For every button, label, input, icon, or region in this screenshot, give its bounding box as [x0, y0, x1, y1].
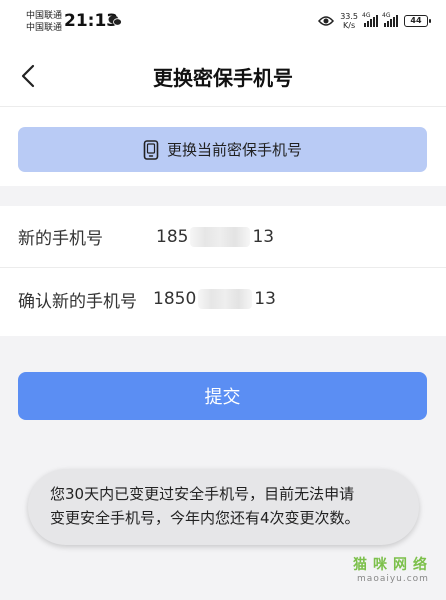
carrier-1: 中国联通: [26, 11, 63, 21]
confirm-phone-field[interactable]: 1850 13: [153, 289, 276, 309]
new-phone-suffix: 13: [252, 226, 275, 247]
new-phone-prefix: 185: [156, 226, 189, 247]
toast-line-2: 变更安全手机号，今年内您还有4次变更次数。: [50, 509, 360, 527]
network-speed: 33.5 K/s: [340, 12, 358, 30]
new-phone-label: 新的手机号: [18, 229, 103, 249]
toast-message: 您30天内已变更过安全手机号，目前无法申请 变更安全手机号，今年内您还有4次变更…: [28, 469, 419, 545]
watermark: 猫咪网络 maoaiyu.com: [348, 554, 438, 584]
change-section: 更换当前密保手机号: [0, 106, 446, 186]
page-title: 更换密保手机号: [153, 66, 293, 90]
toast-line-1: 您30天内已变更过安全手机号，目前无法申请: [50, 485, 355, 503]
header: 更换密保手机号: [0, 46, 446, 106]
phone-icon: [143, 139, 159, 160]
phone-form: 新的手机号 185 13 确认新的手机号 1850 13: [0, 206, 446, 336]
signal-icon-1: 4G: [362, 12, 378, 27]
confirm-phone-row[interactable]: 确认新的手机号 1850 13: [0, 268, 446, 330]
new-phone-field[interactable]: 185 13: [156, 226, 275, 247]
status-bar: 中国联通 中国联通 21:13 33.5 K/s 4G 4G 44: [0, 0, 446, 46]
redacted-digits: [190, 226, 251, 247]
redacted-digits: [198, 289, 253, 309]
eye-icon: [318, 16, 335, 26]
watermark-text-cn: 猫咪网络: [353, 557, 433, 573]
status-indicators: 33.5 K/s 4G 4G 44: [318, 12, 431, 30]
change-button-label: 更换当前密保手机号: [166, 141, 302, 159]
wechat-icon: [108, 15, 122, 26]
carrier-2: 中国联通: [26, 23, 63, 33]
carrier-labels: 中国联通 中国联通: [26, 10, 62, 34]
battery-icon: 44: [404, 15, 431, 27]
change-current-phone-button[interactable]: 更换当前密保手机号: [18, 127, 427, 172]
submit-button[interactable]: 提交: [18, 372, 427, 420]
signal-icon-2: 4G: [382, 12, 398, 27]
watermark-text-en: maoaiyu.com: [357, 574, 429, 584]
confirm-phone-suffix: 13: [254, 289, 276, 309]
confirm-phone-label: 确认新的手机号: [18, 291, 137, 312]
new-phone-row[interactable]: 新的手机号 185 13: [0, 206, 446, 268]
confirm-phone-prefix: 1850: [153, 289, 197, 309]
